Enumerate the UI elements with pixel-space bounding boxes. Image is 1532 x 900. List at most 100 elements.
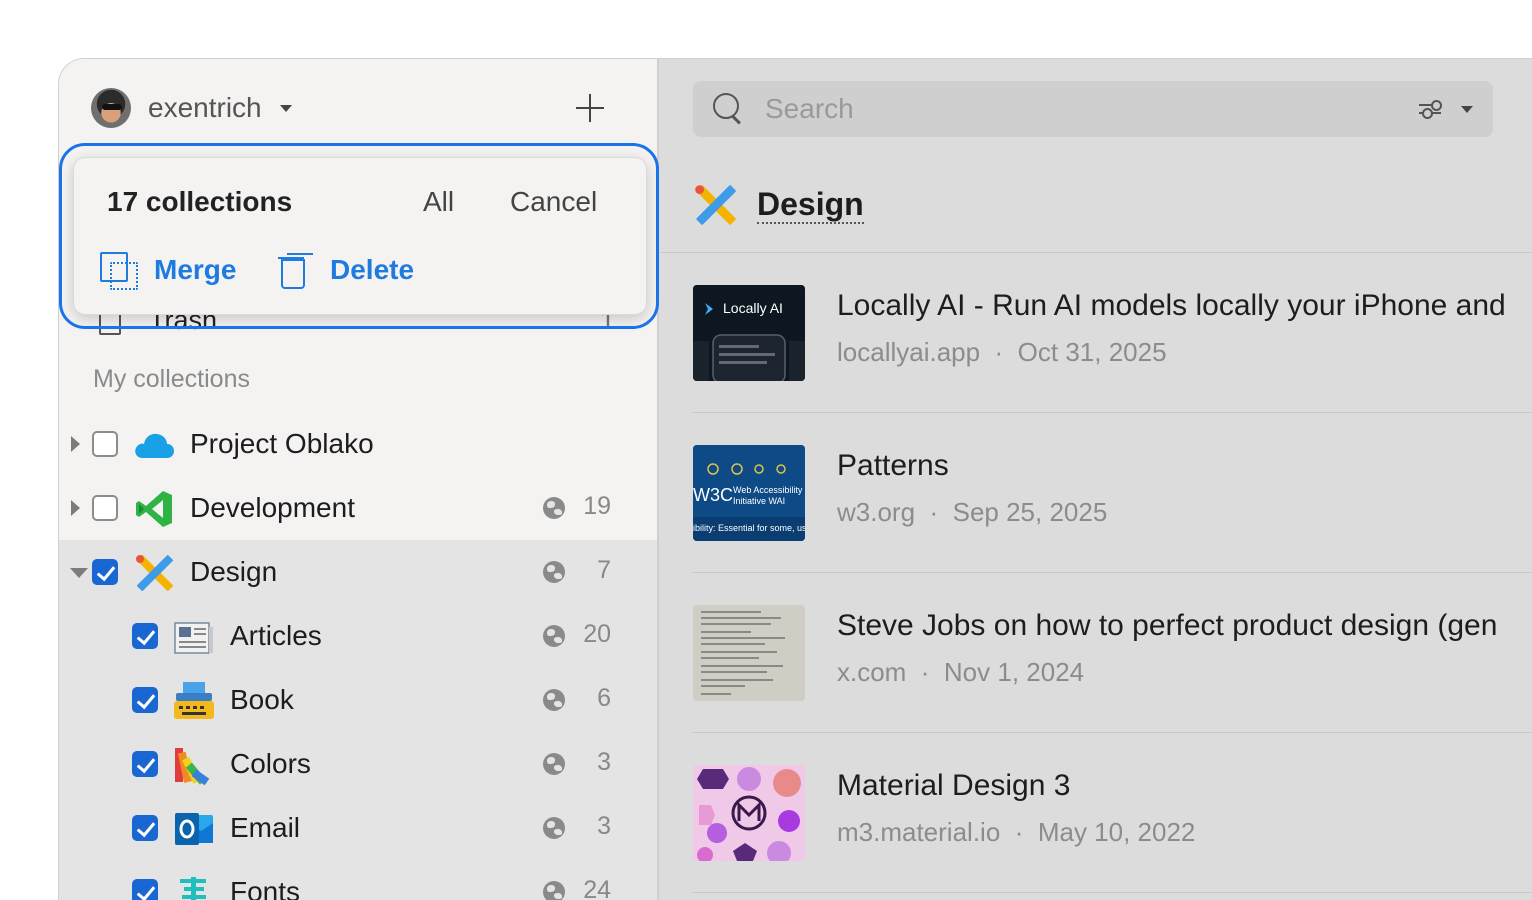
collection-checkbox[interactable] [132, 751, 158, 777]
globe-icon [543, 625, 565, 647]
section-label: My collections [93, 365, 250, 393]
select-all-button[interactable]: All [423, 186, 454, 218]
bookmark-meta: w3.org · Sep 25, 2025 [837, 497, 1108, 527]
thumbnail-text: Web Accessibility Initiative WAI [733, 485, 803, 506]
bookmark-thumbnail: Locally AI [693, 285, 805, 381]
thumbnail-text: Locally AI [723, 300, 783, 316]
collection-checkbox[interactable] [92, 495, 118, 521]
cancel-button[interactable]: Cancel [510, 186, 597, 218]
vscode-icon [133, 488, 175, 530]
selection-count: 17 collections [107, 186, 293, 217]
bookmark-domain: locallyai.app [837, 337, 981, 367]
globe-icon [543, 561, 565, 583]
collection-checkbox[interactable] [92, 431, 118, 457]
globe-icon [543, 881, 565, 900]
sidebar: exentrich Trash 1 My collections Project… [59, 59, 659, 900]
search-input[interactable] [765, 89, 1365, 129]
svg-text:W3C: W3C [693, 485, 733, 505]
delete-button[interactable]: Delete [278, 250, 414, 290]
bookmark-meta: x.com · Nov 1, 2024 [837, 657, 1085, 687]
search-icon [713, 93, 743, 123]
collection-label: Colors [230, 748, 311, 779]
collection-label: Development [190, 492, 355, 523]
collection-label: Book [230, 684, 294, 715]
collection-count: 3 [597, 748, 611, 776]
merge-label: Merge [154, 254, 237, 285]
disclosure-triangle-icon[interactable] [71, 436, 80, 452]
bookmark-domain: x.com [837, 657, 907, 687]
bookmark-domain: w3.org [837, 497, 916, 527]
collection-count: 6 [597, 684, 611, 712]
delete-label: Delete [330, 254, 415, 285]
collection-row-project-oblako[interactable]: Project Oblako [59, 412, 657, 476]
bookmark-date: Sep 25, 2025 [952, 497, 1108, 527]
avatar [91, 88, 131, 128]
collection-checkbox[interactable] [92, 559, 118, 585]
collection-row-development[interactable]: Development 19 [59, 476, 657, 540]
add-collection-button[interactable] [575, 93, 605, 123]
bookmark-item[interactable]: W3C Web Accessibility Initiative WAI ibi… [693, 413, 1532, 573]
merge-button[interactable]: Merge [100, 250, 236, 290]
divider [693, 892, 1532, 893]
collection-label: Articles [230, 620, 322, 651]
collection-checkbox[interactable] [132, 623, 158, 649]
collection-row-colors[interactable]: Colors 3 [59, 732, 657, 796]
collection-row-fonts[interactable]: Fonts 24 [59, 860, 657, 900]
bookmark-title: Locally AI - Run AI models locally your … [837, 289, 1506, 322]
bookmark-title: Patterns [837, 449, 949, 482]
bookmark-date: May 10, 2022 [1037, 817, 1196, 847]
typewriter-icon [173, 680, 215, 722]
bookmark-domain: m3.material.io [837, 817, 1001, 847]
main-panel: Design Locally AI Locally AI - Run AI mo… [661, 59, 1532, 900]
disclosure-triangle-icon[interactable] [71, 500, 80, 516]
bookmark-date: Oct 31, 2025 [1017, 337, 1167, 367]
filter-sliders-icon[interactable] [1419, 99, 1442, 119]
bookmark-title: Steve Jobs on how to perfect product des… [837, 609, 1498, 642]
collection-checkbox[interactable] [132, 815, 158, 841]
globe-icon [543, 817, 565, 839]
collection-row-articles[interactable]: Articles 20 [59, 604, 657, 668]
collection-label: Email [230, 812, 301, 843]
globe-icon [543, 753, 565, 775]
bookmark-thumbnail [693, 765, 805, 861]
selection-toolbar: 17 collections All Cancel Merge Delete [73, 157, 647, 315]
account-switcher[interactable]: exentrich [91, 87, 292, 129]
bookmark-thumbnail: W3C Web Accessibility Initiative WAI ibi… [693, 445, 805, 541]
account-name: exentrich [148, 92, 262, 123]
fonts-icon [173, 872, 215, 900]
collection-row-book[interactable]: Book 6 [59, 668, 657, 732]
collection-label: Project Oblako [190, 428, 374, 459]
bookmark-item[interactable]: Material Design 3 m3.material.io · May 1… [693, 733, 1532, 893]
merge-icon [100, 252, 138, 290]
page-title[interactable]: Design [757, 186, 864, 225]
collection-checkbox[interactable] [132, 879, 158, 900]
trash-icon [278, 253, 306, 289]
app-window: exentrich Trash 1 My collections Project… [58, 58, 1532, 900]
collection-label: Design [190, 556, 278, 587]
collection-count: 24 [583, 876, 611, 900]
design-tools-icon [695, 185, 736, 225]
globe-icon [543, 497, 565, 519]
thumbnail-text: ibility: Essential for some, useful [693, 523, 805, 533]
color-swatches-icon [173, 744, 215, 786]
bookmark-item[interactable]: Locally AI Locally AI - Run AI models lo… [693, 253, 1532, 413]
globe-icon [543, 689, 565, 711]
collection-count: 7 [597, 556, 611, 584]
collection-label: Fonts [230, 876, 301, 900]
collection-row-design[interactable]: Design 7 [59, 540, 657, 604]
collection-row-email[interactable]: Email 3 [59, 796, 657, 860]
chevron-down-icon[interactable] [1461, 106, 1473, 113]
newspaper-icon [173, 616, 215, 658]
bookmark-thumbnail [693, 605, 805, 701]
outlook-icon [173, 808, 215, 850]
bookmark-meta: locallyai.app · Oct 31, 2025 [837, 337, 1167, 367]
chevron-down-icon [279, 104, 292, 112]
bookmark-item[interactable]: Steve Jobs on how to perfect product des… [693, 573, 1532, 733]
search-bar[interactable] [693, 81, 1493, 137]
disclosure-triangle-icon[interactable] [70, 568, 88, 578]
collection-count: 3 [597, 812, 611, 840]
cloud-icon [133, 424, 175, 466]
bookmark-date: Nov 1, 2024 [943, 657, 1085, 687]
collection-count: 20 [583, 620, 611, 648]
collection-checkbox[interactable] [132, 687, 158, 713]
